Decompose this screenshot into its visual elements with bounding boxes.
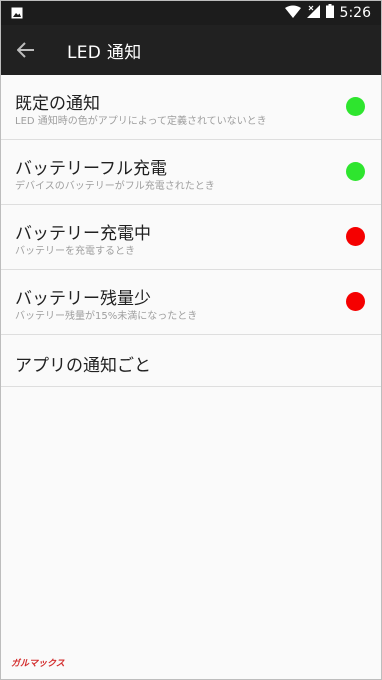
battery-icon	[325, 4, 334, 22]
led-color-indicator	[346, 97, 365, 116]
back-button[interactable]	[1, 25, 51, 75]
led-color-indicator	[346, 162, 365, 181]
led-color-indicator	[346, 292, 365, 311]
screen: 5:26 LED 通知 既定の通知 LED 通知時の色がアプリによって定義されて…	[0, 0, 382, 680]
item-title: アプリの通知ごと	[15, 356, 151, 376]
page-title: LED 通知	[67, 42, 142, 63]
arrow-left-icon	[17, 42, 34, 58]
item-title: バッテリーフル充電	[15, 159, 167, 179]
wifi-icon	[284, 5, 301, 22]
item-subtitle: デバイスのバッテリーがフル充電されたとき	[15, 181, 215, 192]
item-title: バッテリー充電中	[15, 224, 151, 244]
item-title: バッテリー残量少	[15, 289, 151, 309]
led-color-indicator	[346, 227, 365, 246]
item-subtitle: バッテリーを充電するとき	[15, 246, 135, 257]
status-time: 5:26	[339, 5, 371, 21]
app-bar: LED 通知	[1, 25, 381, 75]
item-title: 既定の通知	[15, 94, 100, 114]
list-item-battery-charging[interactable]: バッテリー充電中 バッテリーを充電するとき	[1, 205, 381, 270]
item-subtitle: バッテリー残量が15%未満になったとき	[15, 311, 198, 322]
list-item-default-notification[interactable]: 既定の通知 LED 通知時の色がアプリによって定義されていないとき	[1, 75, 381, 140]
list-item-per-app-notification[interactable]: アプリの通知ごと	[1, 335, 381, 387]
status-bar: 5:26	[1, 1, 381, 25]
list-item-battery-full[interactable]: バッテリーフル充電 デバイスのバッテリーがフル充電されたとき	[1, 140, 381, 205]
settings-list: 既定の通知 LED 通知時の色がアプリによって定義されていないとき バッテリーフ…	[1, 75, 381, 387]
item-subtitle: LED 通知時の色がアプリによって定義されていないとき	[15, 116, 267, 127]
signal-icon	[306, 4, 320, 22]
watermark-logo: ガルマックス	[11, 659, 65, 669]
list-item-battery-low[interactable]: バッテリー残量少 バッテリー残量が15%未満になったとき	[1, 270, 381, 335]
image-notification-icon	[11, 4, 23, 23]
